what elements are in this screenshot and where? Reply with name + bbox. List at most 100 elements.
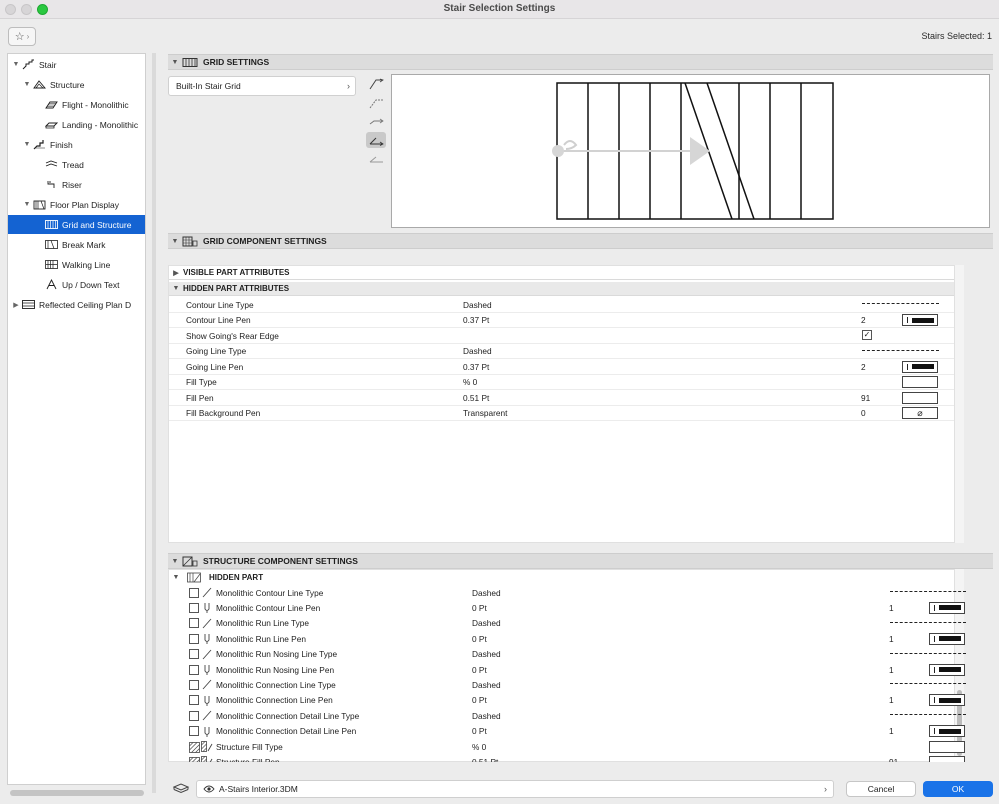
attribute-value[interactable]: 0 Pt bbox=[472, 603, 487, 613]
structure-attribute-row[interactable]: Monolithic Connection Line Pen 0 Pt 1 bbox=[169, 693, 965, 708]
attribute-row[interactable]: Fill Type % 0 bbox=[169, 375, 954, 390]
attribute-checkbox[interactable] bbox=[189, 633, 199, 644]
structure-attribute-row[interactable]: Monolithic Contour Line Type Dashed bbox=[169, 585, 966, 600]
tree-item[interactable]: Flight - Monolithic bbox=[8, 95, 145, 114]
line-type-preview[interactable] bbox=[862, 349, 939, 351]
attribute-value[interactable]: 0.37 Pt bbox=[463, 362, 489, 372]
collapse-arrow-icon[interactable]: ▼ bbox=[22, 201, 32, 208]
tree-item[interactable]: Up / Down Text bbox=[8, 275, 145, 294]
cancel-button[interactable]: Cancel bbox=[846, 781, 916, 797]
structure-attribute-row[interactable]: Monolithic Contour Line Pen 0 Pt 1 bbox=[169, 600, 965, 615]
structure-attribute-row[interactable]: Monolithic Connection Line Type Dashed bbox=[169, 677, 966, 692]
attribute-value[interactable]: % 0 bbox=[472, 742, 486, 752]
attribute-row[interactable]: Fill Pen 0.51 Pt 91 bbox=[169, 390, 954, 406]
structure-attribute-row[interactable]: Monolithic Run Line Type Dashed bbox=[169, 616, 966, 631]
pen-number[interactable]: 91 bbox=[889, 757, 898, 762]
line-type-preview[interactable] bbox=[890, 683, 966, 685]
structure-attribute-row[interactable]: Monolithic Connection Detail Line Pen 0 P… bbox=[169, 724, 965, 739]
tree-item[interactable]: ▶ Reflected Ceiling Plan D bbox=[8, 295, 145, 314]
attribute-value[interactable]: Dashed bbox=[472, 649, 501, 659]
attribute-value[interactable]: 0.51 Pt bbox=[463, 393, 489, 403]
layer-select[interactable]: A-Stairs Interior.3DM › bbox=[196, 780, 834, 798]
tree-item[interactable]: Riser bbox=[8, 175, 145, 194]
line-type-preview[interactable] bbox=[890, 714, 966, 716]
pen-swatch[interactable] bbox=[929, 663, 965, 676]
structure-attribute-row[interactable]: Monolithic Run Nosing Line Pen 0 Pt 1 bbox=[169, 662, 965, 677]
line-type-preview[interactable] bbox=[862, 303, 939, 304]
pen-swatch[interactable] bbox=[929, 601, 965, 614]
pen-number[interactable]: 1 bbox=[889, 695, 894, 705]
attribute-row[interactable]: Contour Line Pen 0.37 Pt 2 bbox=[169, 313, 954, 328]
grid-type-select[interactable]: Built-In Stair Grid › bbox=[168, 76, 356, 96]
attribute-value[interactable]: 0 Pt bbox=[472, 634, 487, 644]
hidden-part-attributes-header[interactable]: ▼ HIDDEN PART ATTRIBUTES bbox=[169, 282, 954, 296]
attribute-row[interactable]: Contour Line Type Dashed bbox=[169, 297, 954, 313]
attribute-checkbox[interactable] bbox=[189, 618, 199, 629]
attribute-value[interactable]: Dashed bbox=[472, 588, 501, 598]
attribute-checkbox[interactable] bbox=[189, 679, 199, 690]
attribute-checkbox[interactable] bbox=[189, 664, 199, 675]
pen-number[interactable]: 1 bbox=[889, 634, 894, 644]
attribute-value[interactable]: Dashed bbox=[472, 618, 501, 628]
collapse-arrow-icon[interactable]: ▼ bbox=[11, 61, 21, 68]
structure-attribute-row[interactable]: Monolithic Run Line Pen 0 Pt 1 bbox=[169, 631, 965, 646]
grid-style-1-button[interactable] bbox=[366, 76, 386, 92]
attribute-value[interactable]: Dashed bbox=[463, 300, 492, 310]
line-type-preview[interactable] bbox=[890, 621, 966, 623]
collapse-arrow-icon[interactable]: ▼ bbox=[22, 81, 32, 88]
tree-item[interactable]: Walking Line bbox=[8, 255, 145, 274]
attribute-checkbox[interactable] bbox=[189, 602, 199, 613]
layers-icon[interactable] bbox=[172, 781, 190, 795]
structure-attribute-row[interactable]: Structure Fill Type % 0 bbox=[169, 739, 965, 754]
pen-number[interactable]: 2 bbox=[861, 315, 866, 325]
tree-item[interactable]: ▼ Finish bbox=[8, 135, 145, 154]
attribute-checkbox[interactable] bbox=[189, 710, 199, 721]
attribute-value[interactable]: 0 Pt bbox=[472, 665, 487, 675]
visible-part-attributes-header[interactable]: ▶ VISIBLE PART ATTRIBUTES bbox=[169, 266, 954, 280]
attribute-value[interactable]: 0 Pt bbox=[472, 695, 487, 705]
pen-number[interactable]: 1 bbox=[889, 603, 894, 613]
structure-attribute-row[interactable]: Structure Fill Pen 0.51 Pt 91 bbox=[169, 754, 965, 762]
structure-attribute-row[interactable]: Monolithic Connection Detail Line Type Da… bbox=[169, 708, 966, 723]
transparent-swatch[interactable]: ⌀ bbox=[902, 407, 938, 419]
line-type-preview[interactable] bbox=[890, 591, 966, 592]
expand-arrow-icon[interactable]: ▶ bbox=[11, 301, 21, 309]
grid-style-3-button[interactable] bbox=[366, 113, 386, 129]
fill-swatch[interactable] bbox=[902, 376, 938, 388]
attribute-value[interactable]: 0.51 Pt bbox=[472, 757, 498, 762]
attribute-row[interactable]: Fill Background Pen Transparent 0 ⌀ bbox=[169, 406, 954, 421]
attribute-checkbox[interactable] bbox=[189, 649, 199, 660]
pen-swatch[interactable] bbox=[929, 632, 965, 645]
tree-item[interactable]: Landing - Monolithic bbox=[8, 115, 145, 134]
attribute-checkbox[interactable] bbox=[189, 695, 199, 706]
pen-swatch[interactable] bbox=[929, 694, 965, 707]
attribute-row[interactable]: Show Going's Rear Edge ✓ bbox=[169, 328, 954, 344]
grid-settings-header[interactable]: ▼ GRID SETTINGS bbox=[168, 54, 993, 70]
attribute-value[interactable]: 0 Pt bbox=[472, 726, 487, 736]
tree-item[interactable]: Break Mark bbox=[8, 235, 145, 254]
attribute-checkbox[interactable] bbox=[189, 587, 199, 598]
structure-attribute-row[interactable]: Monolithic Run Nosing Line Type Dashed bbox=[169, 647, 966, 662]
tree-item[interactable]: ▼ Structure bbox=[8, 75, 145, 94]
ok-button[interactable]: OK bbox=[923, 781, 993, 797]
tree-horizontal-scrollbar[interactable] bbox=[10, 790, 144, 796]
pen-swatch[interactable] bbox=[929, 725, 965, 738]
line-type-preview[interactable] bbox=[890, 652, 966, 654]
attribute-value[interactable]: Dashed bbox=[472, 711, 501, 721]
favorites-button[interactable]: ☆ › bbox=[8, 27, 36, 46]
panel-splitter[interactable] bbox=[152, 53, 156, 793]
attribute-value[interactable]: Dashed bbox=[463, 346, 492, 356]
attribute-value[interactable]: % 0 bbox=[463, 377, 477, 387]
attribute-row[interactable]: Going Line Type Dashed bbox=[169, 344, 954, 359]
pen-swatch[interactable] bbox=[902, 314, 938, 326]
tree-item[interactable]: Grid and Structure bbox=[8, 215, 145, 234]
hidden-part-header[interactable]: ▼ HIDDEN PART bbox=[169, 570, 954, 584]
pen-number[interactable]: 1 bbox=[889, 726, 894, 736]
grid-style-5-button[interactable] bbox=[366, 150, 386, 166]
grid-style-4-button[interactable] bbox=[366, 131, 386, 148]
tree-item[interactable]: ▼ Floor Plan Display bbox=[8, 195, 145, 214]
structure-component-settings-header[interactable]: ▼ STRUCTURE COMPONENT SETTINGS bbox=[168, 553, 993, 569]
pen-swatch[interactable] bbox=[902, 360, 938, 373]
show-rear-edge-checkbox[interactable]: ✓ bbox=[862, 330, 872, 340]
pen-number[interactable]: 0 bbox=[861, 408, 866, 418]
